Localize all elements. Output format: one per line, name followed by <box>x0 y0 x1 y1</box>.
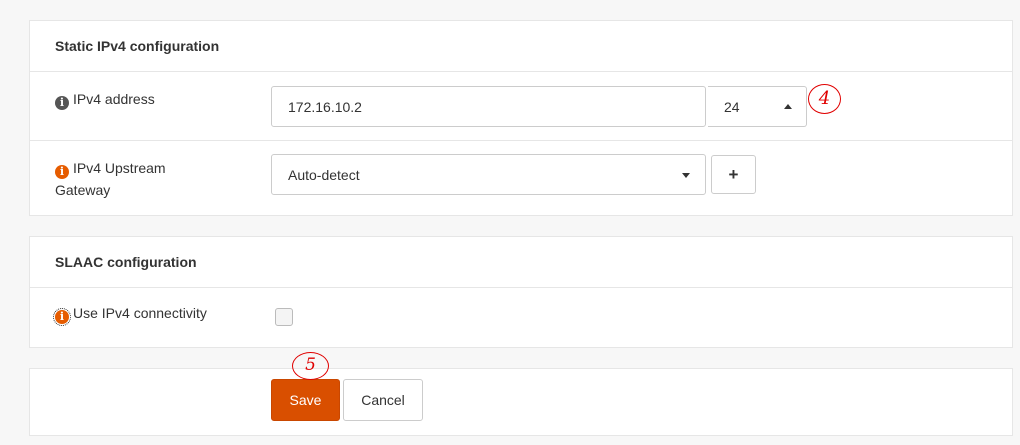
cancel-button[interactable]: Cancel <box>343 379 423 421</box>
caret-up-icon <box>784 104 792 109</box>
cancel-button-label: Cancel <box>361 392 405 408</box>
ipv4-address-label-text: IPv4 address <box>73 91 155 107</box>
annotation-step-5-text: 5 <box>305 355 316 375</box>
ipv4-gateway-label-line2: Gateway <box>55 182 111 198</box>
static-ipv4-title: Static IPv4 configuration <box>30 21 1012 72</box>
slaac-title: SLAAC configuration <box>30 237 1012 288</box>
info-icon[interactable]: i <box>55 165 69 179</box>
static-ipv4-panel: Static IPv4 configuration i IPv4 address … <box>29 20 1013 216</box>
annotation-step-4-text: 4 <box>818 88 831 109</box>
ipv4-address-label: i IPv4 address <box>55 88 235 110</box>
ipv4-gateway-value: Auto-detect <box>288 166 360 183</box>
ipv4-gateway-select[interactable]: Auto-detect <box>271 154 706 195</box>
ipv4-gateway-label: i IPv4 Upstream Gateway <box>55 157 235 201</box>
actions-panel: Save Cancel <box>29 368 1013 436</box>
ipv4-address-value: 172.16.10.2 <box>288 98 362 115</box>
annotation-step-4: 4 <box>808 84 841 114</box>
slaac-panel: SLAAC configuration i Use IPv4 connectivi… <box>29 236 1013 348</box>
ipv4-address-input[interactable]: 172.16.10.2 <box>271 86 706 127</box>
add-gateway-button[interactable]: + <box>711 155 756 194</box>
save-button-label: Save <box>289 392 322 408</box>
use-ipv4-checkbox[interactable] <box>275 308 293 326</box>
use-ipv4-row: i Use IPv4 connectivity <box>30 288 1012 348</box>
ipv4-gateway-label-line1: IPv4 Upstream <box>73 160 166 176</box>
use-ipv4-label-text: Use IPv4 connectivity <box>73 305 207 321</box>
ipv4-prefix-select[interactable]: 24 <box>708 86 807 127</box>
chevron-down-icon <box>682 173 690 178</box>
use-ipv4-label: i Use IPv4 connectivity <box>53 302 235 326</box>
ipv4-gateway-row: i IPv4 Upstream Gateway Auto-detect + <box>30 141 1012 217</box>
info-icon[interactable]: i <box>53 308 71 326</box>
plus-icon: + <box>728 164 739 184</box>
annotation-step-5: 5 <box>292 352 329 380</box>
info-icon[interactable]: i <box>55 96 69 110</box>
save-button[interactable]: Save <box>271 379 340 421</box>
ipv4-address-row: i IPv4 address 172.16.10.2 24 <box>30 72 1012 141</box>
ipv4-prefix-value: 24 <box>724 98 740 115</box>
